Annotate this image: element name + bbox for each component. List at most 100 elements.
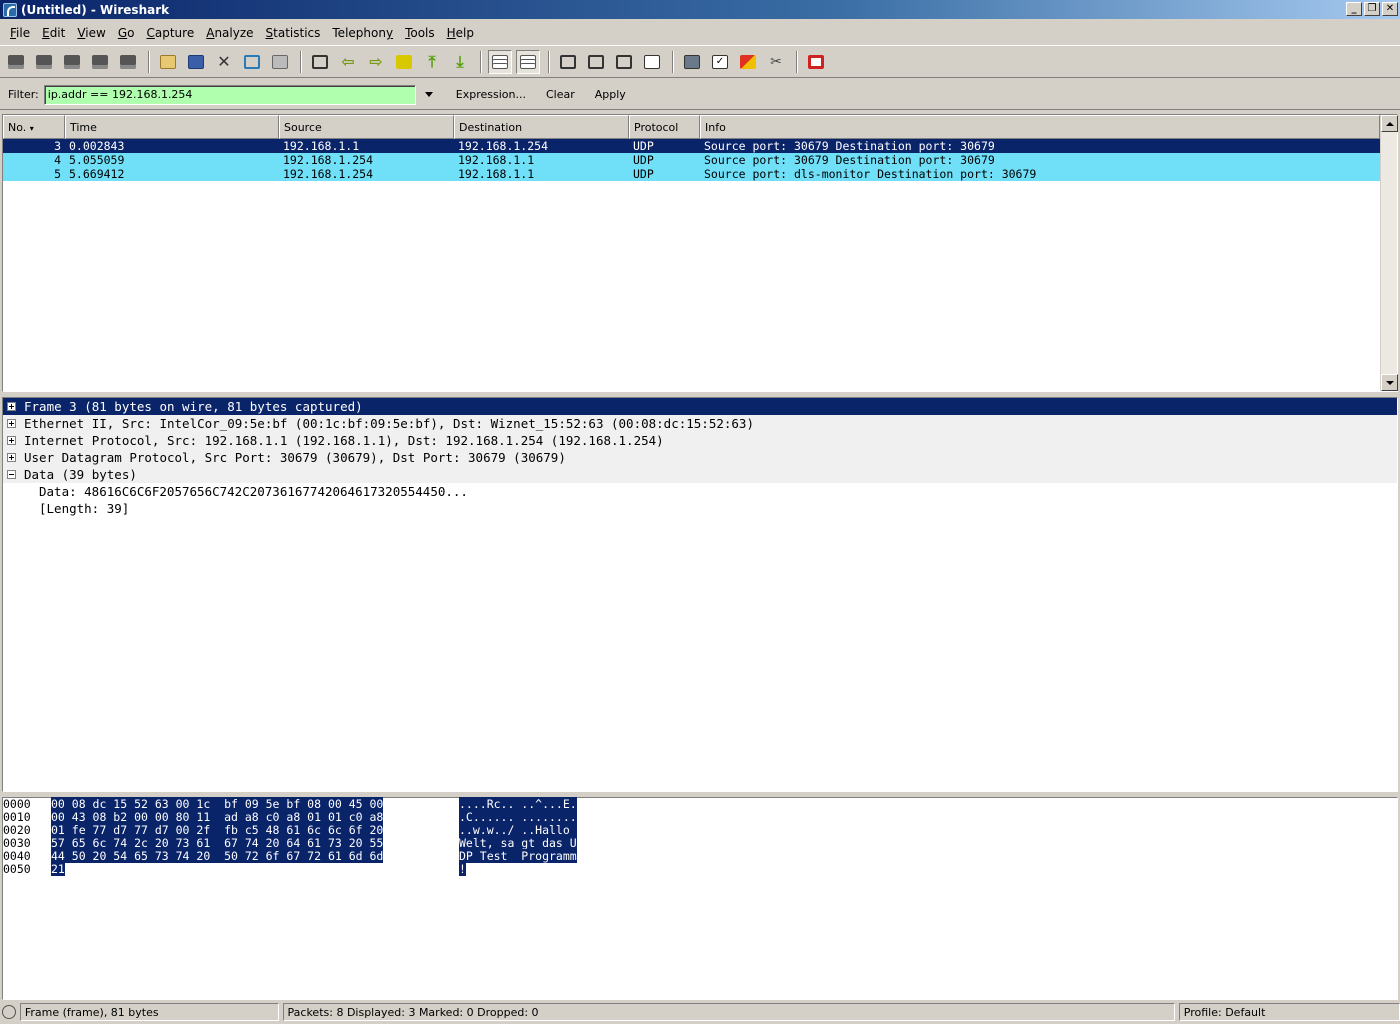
status-profile[interactable]: Profile: Default <box>1178 1002 1400 1021</box>
open-button[interactable] <box>156 50 180 74</box>
expand-icon[interactable] <box>7 419 16 428</box>
save-button[interactable] <box>184 50 208 74</box>
restore-button[interactable]: ❐ <box>1364 2 1380 16</box>
packet-cell-dst: 192.168.1.1 <box>458 167 535 181</box>
menu-tools[interactable]: Tools <box>399 26 441 40</box>
minimize-button[interactable]: _ <box>1346 2 1362 16</box>
zoom-in-button[interactable] <box>556 50 580 74</box>
detail-tree-item[interactable]: Data (39 bytes) <box>3 466 1397 483</box>
toolbar-separator <box>672 50 674 73</box>
menu-edit[interactable]: Edit <box>36 26 71 40</box>
ascii-bytes[interactable]: DP Test Programm <box>459 849 577 863</box>
auto-scroll-button[interactable] <box>516 49 540 74</box>
display-filter-input[interactable] <box>43 84 416 105</box>
expression-button[interactable]: Expression... <box>454 88 528 101</box>
detail-tree-child[interactable]: [Length: 39] <box>3 500 1397 517</box>
close-button[interactable]: ✕ <box>1382 2 1398 16</box>
packet-row[interactable]: 3 0.002843 192.168.1.1 192.168.1.254 UDP Sour… <box>3 139 1397 153</box>
resize-columns-button[interactable] <box>640 50 664 74</box>
go-last-button[interactable]: ⤓ <box>448 50 472 74</box>
expert-info-icon[interactable] <box>2 1004 16 1019</box>
packet-cell-src: 192.168.1.254 <box>283 153 374 167</box>
clear-button[interactable]: Clear <box>544 88 577 101</box>
packet-row[interactable]: 5 5.669412 192.168.1.254 192.168.1.1 UDP Sour… <box>3 167 1397 181</box>
detail-tree-item[interactable]: Frame 3 (81 bytes on wire, 81 bytes capt… <box>3 398 1397 415</box>
close-file-button[interactable]: ✕ <box>212 50 236 74</box>
column-header-protocol[interactable]: Protocol <box>629 115 700 139</box>
menu-label-part: Telephon <box>332 26 386 40</box>
collapse-icon[interactable] <box>7 470 16 479</box>
toolbar-separator <box>300 50 302 73</box>
capture-options-button[interactable] <box>32 50 56 74</box>
ascii-bytes-highlight: Welt, sa gt das U <box>459 836 577 850</box>
filter-dropdown-button[interactable] <box>420 85 438 105</box>
capture-filters-button[interactable] <box>680 50 704 74</box>
reload-button[interactable] <box>240 50 264 74</box>
toolbar-separator <box>548 50 550 73</box>
detail-tree-item[interactable]: Ethernet II, Src: IntelCor_09:5e:bf (00:… <box>3 415 1397 432</box>
hex-offset: 0050 <box>3 862 31 876</box>
packet-list-pane[interactable]: No. ▾ Time Source Destination Protocol I… <box>2 114 1398 392</box>
packet-row[interactable]: 4 5.055059 192.168.1.254 192.168.1.1 UDP Sour… <box>3 153 1397 167</box>
packet-list-scrollbar[interactable] <box>1380 115 1398 391</box>
capture-start-button[interactable] <box>60 50 84 74</box>
help-button[interactable] <box>804 50 828 74</box>
expand-icon[interactable] <box>7 453 16 462</box>
detail-tree-item[interactable]: Internet Protocol, Src: 192.168.1.1 (192… <box>3 432 1397 449</box>
column-header-source[interactable]: Source <box>279 115 454 139</box>
scroll-down-button[interactable] <box>1381 374 1398 391</box>
interface-list-button[interactable] <box>4 50 28 74</box>
go-to-packet-icon <box>396 54 412 69</box>
column-header-no[interactable]: No. ▾ <box>3 115 65 139</box>
detail-tree-label: Data (39 bytes) <box>24 467 137 482</box>
menu-help[interactable]: Help <box>441 26 480 40</box>
menu-view[interactable]: View <box>71 26 111 40</box>
column-header-destination[interactable]: Destination <box>454 115 629 139</box>
menu-label-part: iew <box>85 26 106 40</box>
menu-capture[interactable]: Capture <box>140 26 200 40</box>
zoom-normal-button[interactable] <box>612 50 636 74</box>
colorize-button[interactable] <box>488 49 512 74</box>
column-header-info[interactable]: Info <box>700 115 1380 139</box>
zoom-normal-icon <box>616 54 632 69</box>
menu-accelerator: C <box>146 26 155 40</box>
packet-cell-no: 5 <box>54 167 61 181</box>
detail-child-label: Data: 48616C6C6F2057656C742C207361677420… <box>39 484 468 499</box>
menu-accelerator: H <box>446 26 456 40</box>
capture-options-icon <box>36 54 52 69</box>
find-packet-button[interactable] <box>308 50 332 74</box>
status-packet-counts: Packets: 8 Displayed: 3 Marked: 0 Droppe… <box>282 1002 1175 1021</box>
capture-stop-button[interactable] <box>88 50 112 74</box>
menu-label-part: o <box>127 26 135 40</box>
scroll-up-button[interactable] <box>1381 115 1398 132</box>
ascii-bytes[interactable]: ! <box>459 862 466 876</box>
go-first-button[interactable]: ⤒ <box>420 50 444 74</box>
ascii-bytes-highlight: DP Test Programm <box>459 849 577 863</box>
menu-accelerator: E <box>42 26 50 40</box>
coloring-rules-button[interactable] <box>736 50 760 74</box>
hex-bytes[interactable]: 44 50 20 54 65 73 74 20 50 72 6f 67 72 6… <box>51 849 459 863</box>
preferences-button[interactable]: ✂ <box>764 50 788 74</box>
capture-restart-button[interactable] <box>116 50 140 74</box>
print-button[interactable] <box>268 50 292 74</box>
column-header-time[interactable]: Time <box>65 115 279 139</box>
wireshark-app-icon[interactable] <box>3 2 17 17</box>
display-filters-button[interactable]: ✓ <box>708 50 732 74</box>
detail-tree-child[interactable]: Data: 48616C6C6F2057656C742C207361677420… <box>3 483 1397 500</box>
packet-bytes-pane[interactable]: 0000 00 08 dc 15 52 63 00 1c bf 09 5e bf … <box>2 797 1398 1000</box>
hex-bytes[interactable]: 21 <box>51 862 459 876</box>
menu-analyze[interactable]: Analyze <box>200 26 259 40</box>
go-to-packet-button[interactable] <box>392 50 416 74</box>
expand-icon[interactable] <box>7 436 16 445</box>
go-back-button[interactable]: ⇦ <box>336 50 360 74</box>
detail-tree-item[interactable]: User Datagram Protocol, Src Port: 30679 … <box>3 449 1397 466</box>
apply-button[interactable]: Apply <box>593 88 628 101</box>
menu-telephony[interactable]: Telephony <box>326 26 399 40</box>
zoom-out-button[interactable] <box>584 50 608 74</box>
menu-statistics[interactable]: Statistics <box>260 26 327 40</box>
menu-file[interactable]: File <box>4 26 36 40</box>
expand-icon[interactable] <box>7 402 16 411</box>
menu-go[interactable]: Go <box>112 26 141 40</box>
packet-details-pane[interactable]: Frame 3 (81 bytes on wire, 81 bytes capt… <box>2 397 1398 792</box>
go-forward-button[interactable]: ⇨ <box>364 50 388 74</box>
